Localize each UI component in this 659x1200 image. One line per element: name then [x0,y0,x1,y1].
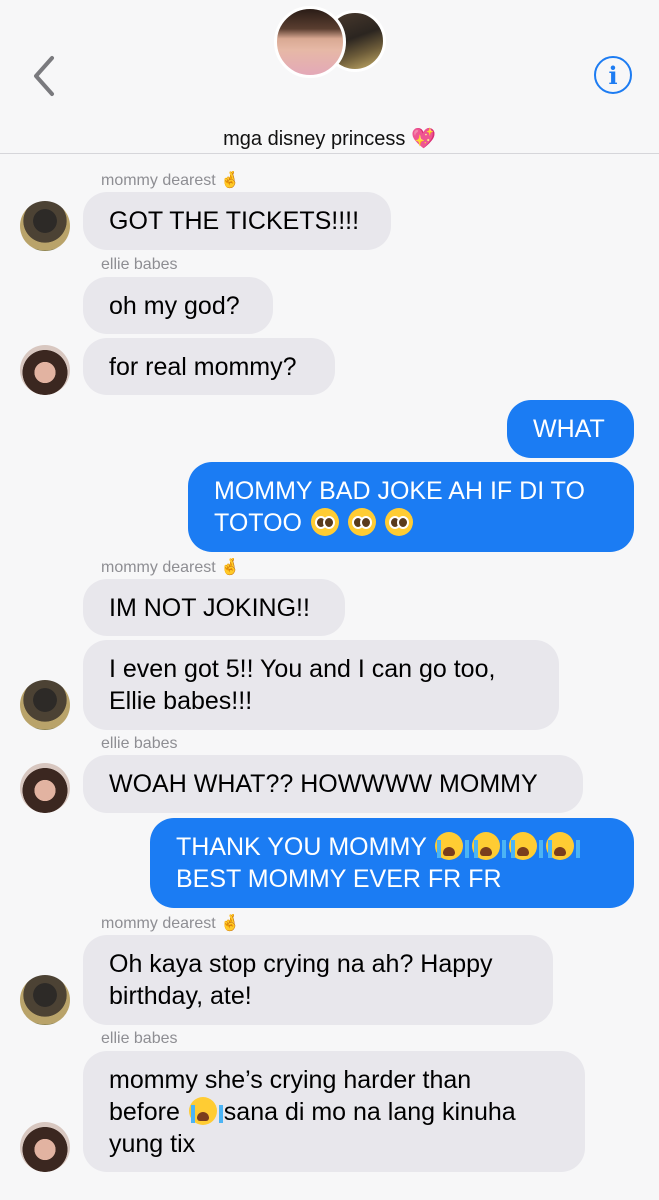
conversation-header: i mga disney princess 💖 [0,0,659,154]
crossed-fingers-icon: 🤞 [220,915,241,932]
message-bubble-incoming[interactable]: oh my god? [83,277,273,334]
sender-label: ellie babes [101,735,178,752]
info-button[interactable]: i [594,56,632,94]
message-bubble-incoming[interactable]: Oh kaya stop crying na ah? Happy birthda… [83,935,553,1025]
back-button[interactable] [26,54,62,98]
crossed-fingers-icon: 🤞 [220,559,241,576]
avatar-ellie-babes[interactable] [20,763,70,813]
avatar-ellie-babes [274,6,346,78]
message-bubble-outgoing[interactable]: WHAT [507,400,634,458]
pleading-face-icon [384,508,413,536]
message-bubble-incoming[interactable]: mommy she’s crying harder than before sa… [83,1051,585,1172]
loudly-crying-face-icon [509,832,544,860]
message-bubble-outgoing[interactable]: MOMMY BAD JOKE AH IF DI TO TOTOO [188,462,634,552]
avatar-ellie-babes[interactable] [20,345,70,395]
group-name[interactable]: mga disney princess 💖 [0,126,659,151]
sender-label: mommy dearest 🤞 [101,172,241,189]
sender-label: ellie babes [101,256,178,273]
crossed-fingers-icon: 🤞 [220,172,241,189]
loudly-crying-face-icon [435,832,470,860]
sparkling-heart-icon: 💖 [410,128,436,150]
loudly-crying-face-icon [188,1096,223,1125]
avatar-mommy-dearest[interactable] [20,680,70,730]
message-bubble-incoming[interactable]: I even got 5!! You and I can go too, Ell… [83,640,559,730]
message-bubble-incoming[interactable]: GOT THE TICKETS!!!! [83,192,391,250]
pleading-face-icon [310,508,339,536]
pleading-face-icon [347,508,376,536]
avatar-mommy-dearest[interactable] [20,975,70,1025]
sender-label: ellie babes [101,1030,178,1047]
info-icon: i [608,60,618,90]
loudly-crying-face-icon [472,832,507,860]
sender-label: mommy dearest 🤞 [101,559,241,576]
avatar-mommy-dearest[interactable] [20,201,70,251]
chevron-left-icon [34,56,54,96]
message-bubble-incoming[interactable]: WOAH WHAT?? HOWWWW MOMMY [83,755,583,813]
group-avatar-stack[interactable] [274,6,386,78]
message-bubble-incoming[interactable]: IM NOT JOKING!! [83,579,345,636]
message-bubble-incoming[interactable]: for real mommy? [83,338,335,395]
message-bubble-outgoing[interactable]: THANK YOU MOMMY BEST MOMMY EVER FR FR [150,818,634,908]
loudly-crying-face-icon [546,832,581,860]
avatar-ellie-babes[interactable] [20,1122,70,1172]
sender-label: mommy dearest 🤞 [101,915,241,932]
